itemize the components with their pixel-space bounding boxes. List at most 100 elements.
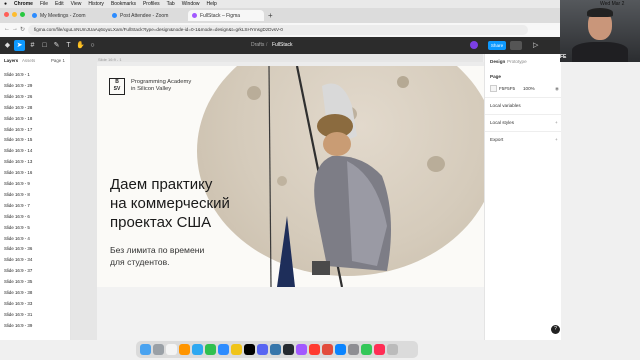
layer-item[interactable]: Slide 16:9 - 34: [4, 257, 32, 262]
bg-color-swatch[interactable]: [490, 85, 497, 92]
shape-tool-icon[interactable]: □: [39, 40, 50, 51]
layer-item[interactable]: Slide 16:9 - 35: [4, 279, 32, 284]
menu-view[interactable]: View: [71, 1, 82, 7]
window-controls: [4, 12, 25, 17]
text-tool-icon[interactable]: T: [63, 40, 74, 51]
present-icon[interactable]: ▷: [533, 41, 538, 49]
minimize-window-button[interactable]: [12, 12, 17, 17]
app-icon[interactable]: [179, 344, 190, 355]
app-icon[interactable]: [348, 344, 359, 355]
tab-layers[interactable]: Layers: [4, 58, 18, 63]
zoom-icon[interactable]: [218, 344, 229, 355]
pen-tool-icon[interactable]: ✎: [51, 40, 62, 51]
menu-file[interactable]: File: [40, 1, 48, 7]
layer-item[interactable]: Slide 16:9 - 18: [4, 116, 32, 121]
new-tab-icon[interactable]: +: [268, 11, 273, 20]
bg-hex-input[interactable]: F5F5F5: [499, 86, 515, 91]
menu-chrome[interactable]: Chrome: [14, 1, 33, 7]
menu-tab[interactable]: Tab: [167, 1, 175, 7]
comment-tool-icon[interactable]: ○: [87, 40, 98, 51]
menu-profiles[interactable]: Profiles: [143, 1, 160, 7]
layer-item[interactable]: Slide 16:9 - 39: [4, 323, 32, 328]
layer-item[interactable]: Slide 16:9 - 8: [4, 192, 30, 197]
calendar-icon[interactable]: [166, 344, 177, 355]
tab-assets[interactable]: Assets: [22, 58, 35, 63]
app-icon[interactable]: [205, 344, 216, 355]
layer-item[interactable]: Slide 16:9 - 5: [4, 225, 30, 230]
app-icon[interactable]: [192, 344, 203, 355]
hand-tool-icon[interactable]: ✋: [75, 40, 86, 51]
figma-menu-icon[interactable]: ◆: [2, 40, 13, 51]
app-icon[interactable]: [257, 344, 268, 355]
layer-item[interactable]: Slide 16:9 - 36: [4, 246, 32, 251]
app-icon[interactable]: [322, 344, 333, 355]
url-input[interactable]: figma.com/file/xguLnNUmJUaAq6oyuLXam/Ful…: [28, 25, 528, 35]
presenter-shirt: [572, 42, 628, 62]
share-button[interactable]: Share: [488, 41, 506, 50]
frame-tool-icon[interactable]: #: [27, 40, 38, 51]
export-label[interactable]: Export: [490, 137, 503, 142]
add-export-icon[interactable]: +: [555, 137, 558, 142]
back-icon[interactable]: ←: [4, 26, 10, 32]
app-icon[interactable]: [283, 344, 294, 355]
tab-prototype[interactable]: Prototype: [507, 59, 527, 64]
move-tool-icon[interactable]: ➤: [14, 40, 25, 51]
layer-item[interactable]: Slide 16:9 - 16: [4, 170, 32, 175]
layer-item[interactable]: Slide 16:9 - 28: [4, 105, 32, 110]
figma-icon[interactable]: [296, 344, 307, 355]
layer-item[interactable]: Slide 16:9 - 15: [4, 137, 32, 142]
layer-item[interactable]: Slide 16:9 - 29: [4, 83, 32, 88]
layer-item[interactable]: Slide 16:9 - 6: [4, 214, 30, 219]
reload-icon[interactable]: ↻: [20, 26, 25, 33]
bg-opacity-input[interactable]: 100%: [523, 86, 535, 91]
eye-icon[interactable]: ◉: [555, 86, 559, 92]
menu-edit[interactable]: Edit: [55, 1, 64, 7]
menu-window[interactable]: Window: [182, 1, 200, 7]
layer-item[interactable]: Slide 16:9 - 14: [4, 148, 32, 153]
trash-icon[interactable]: [387, 344, 398, 355]
avatar[interactable]: [470, 41, 478, 49]
launchpad-icon[interactable]: [153, 344, 164, 355]
layer-item[interactable]: Slide 16:9 - 31: [4, 312, 32, 317]
local-styles-label[interactable]: Local styles: [490, 120, 514, 125]
zoom-window-button[interactable]: [20, 12, 25, 17]
menu-history[interactable]: History: [88, 1, 104, 7]
close-window-button[interactable]: [4, 12, 9, 17]
breadcrumb-file[interactable]: FullStack: [272, 42, 293, 48]
app-icon[interactable]: [244, 344, 255, 355]
layer-item[interactable]: Slide 16:9 - 37: [4, 268, 32, 273]
menu-help[interactable]: Help: [207, 1, 217, 7]
forward-icon[interactable]: →: [12, 26, 18, 32]
app-icon[interactable]: [361, 344, 372, 355]
browser-tab[interactable]: My Meetings - Zoom: [28, 10, 106, 21]
zoom-level-button[interactable]: [510, 41, 522, 50]
canvas-below-frame: [97, 287, 484, 340]
layer-item[interactable]: Slide 16:9 - 17: [4, 127, 32, 132]
layer-item[interactable]: Slide 16:9 - 33: [4, 301, 32, 306]
layer-item[interactable]: Slide 16:9 - 13: [4, 159, 32, 164]
help-button[interactable]: ?: [551, 325, 560, 334]
browser-tab[interactable]: Post Attendee - Zoom: [108, 10, 186, 21]
layer-item[interactable]: Slide 16:9 - 26: [4, 94, 32, 99]
apple-icon[interactable]: ●: [4, 1, 7, 7]
chrome-icon[interactable]: [231, 344, 242, 355]
page-selector[interactable]: Page 1: [51, 58, 65, 63]
layer-item[interactable]: Slide 16:9 - 38: [4, 290, 32, 295]
layer-item[interactable]: Slide 16:9 - 7: [4, 203, 30, 208]
app-icon[interactable]: [309, 344, 320, 355]
app-icon[interactable]: [270, 344, 281, 355]
app-icon[interactable]: [374, 344, 385, 355]
add-style-icon[interactable]: +: [555, 120, 558, 125]
menu-bookmarks[interactable]: Bookmarks: [111, 1, 136, 7]
layer-item[interactable]: Slide 16:9 - 9: [4, 181, 30, 186]
breadcrumb-project[interactable]: Drafts: [251, 42, 264, 48]
app-icon[interactable]: [335, 344, 346, 355]
headline-line: Даем практику: [110, 176, 213, 193]
finder-icon[interactable]: [140, 344, 151, 355]
layer-item[interactable]: Slide 16:9 - 4: [4, 236, 30, 241]
slide-frame[interactable]: B SV Programming Academy in Silicon Valle…: [97, 66, 484, 287]
tab-design[interactable]: Design: [490, 59, 505, 64]
layer-item[interactable]: Slide 16:9 - 1: [4, 72, 30, 77]
browser-tab-active[interactable]: FullStack – Figma: [188, 10, 264, 21]
local-variables-label[interactable]: Local variables: [490, 103, 521, 108]
